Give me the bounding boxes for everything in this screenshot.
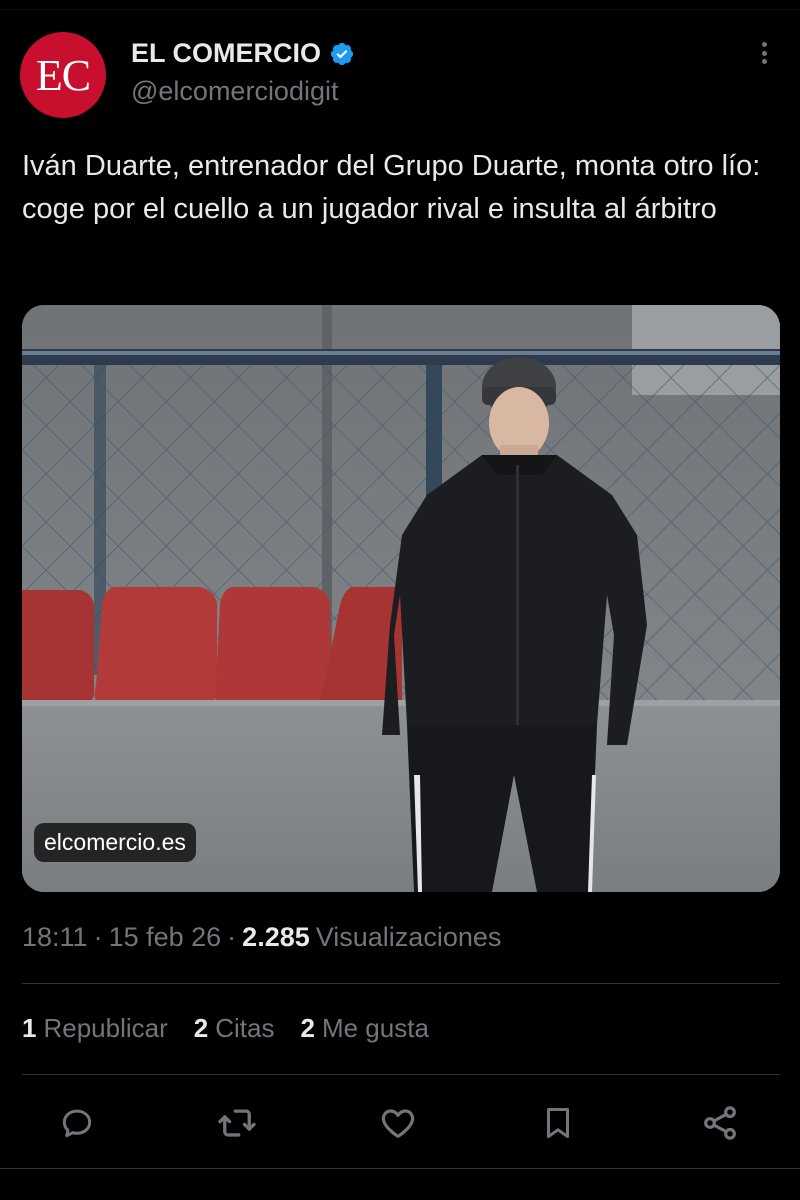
reposts-stat[interactable]: 1 Republicar [22, 1013, 168, 1044]
tweet-media-image[interactable]: elcomercio.es [22, 305, 780, 892]
likes-count: 2 [300, 1013, 315, 1043]
quotes-stat[interactable]: 2 Citas [194, 1013, 275, 1044]
share-icon [704, 1106, 736, 1140]
like-icon [381, 1109, 415, 1138]
display-name[interactable]: EL COMERCIO [131, 38, 321, 69]
views-label: Visualizaciones [315, 922, 502, 952]
engagement-stats: 1 Republicar 2 Citas 2 Me gusta [22, 1013, 429, 1044]
name-row: EL COMERCIO [131, 38, 355, 69]
separator: · [93, 922, 103, 952]
divider [22, 983, 780, 984]
reposts-count: 1 [22, 1013, 37, 1043]
repost-icon [218, 1109, 256, 1137]
likes-label: Me gusta [321, 1013, 429, 1043]
quotes-label: Citas [215, 1013, 275, 1043]
repost-button[interactable] [212, 1098, 262, 1148]
reply-icon [62, 1109, 92, 1138]
likes-stat[interactable]: 2 Me gusta [300, 1013, 428, 1044]
tweet-time[interactable]: 18:11 [22, 922, 88, 953]
share-button[interactable] [695, 1098, 745, 1148]
like-button[interactable] [373, 1098, 423, 1148]
verified-badge-icon [330, 42, 354, 65]
photo-illustration [22, 305, 780, 892]
bookmark-button[interactable] [533, 1098, 583, 1148]
reposts-label: Republicar [43, 1013, 168, 1043]
divider [22, 1074, 780, 1075]
action-bar [0, 1098, 800, 1148]
quotes-count: 2 [193, 1013, 209, 1043]
media-source-tag[interactable]: elcomercio.es [34, 823, 196, 862]
tweet-date[interactable]: 15 feb 26 [109, 922, 222, 953]
avatar[interactable]: EC [20, 32, 106, 118]
views-count: 2.285 [242, 922, 310, 952]
separator: · [227, 922, 237, 952]
more-options-icon[interactable] [754, 38, 774, 68]
avatar-text: EC [35, 50, 91, 100]
account-handle[interactable]: @elcomerciodigit [131, 76, 338, 107]
tweet-meta: 18:11 · 15 feb 26 · 2.285 Visualizacione… [22, 922, 501, 953]
bookmark-icon [546, 1108, 570, 1138]
tweet-text: Iván Duarte, entrenador del Grupo Duarte… [22, 150, 761, 225]
divider [0, 1168, 800, 1169]
reply-button[interactable] [52, 1098, 102, 1148]
tweet-header: EC EL COMERCIO @elcomerciodigit [20, 32, 780, 118]
status-bar-strip [0, 0, 800, 10]
